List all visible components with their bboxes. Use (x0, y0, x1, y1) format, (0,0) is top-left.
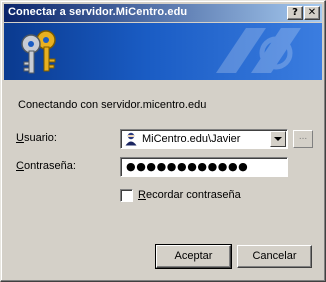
user-label: Usuario: (16, 132, 57, 144)
cancel-button[interactable]: Cancelar (237, 245, 312, 268)
login-dialog: Conectar a servidor.MiCentro.edu ? ✕ Con… (0, 0, 326, 282)
title-bar[interactable]: Conectar a servidor.MiCentro.edu ? ✕ (4, 4, 322, 22)
remember-password-checkbox[interactable] (120, 189, 133, 202)
banner-decoration-icon (216, 28, 301, 73)
password-field[interactable]: ●●●●●●●●●●●● (120, 157, 288, 177)
ok-button[interactable]: Aceptar (155, 244, 232, 269)
keys-icon (21, 30, 56, 74)
dropdown-arrow-icon[interactable] (270, 131, 286, 147)
user-value: MiCentro.edu\Javier (142, 133, 241, 145)
password-label: Contraseña: (16, 160, 76, 172)
user-icon (125, 132, 137, 146)
connecting-text: Conectando con servidor.micentro.edu (18, 99, 207, 111)
remember-password-label[interactable]: Recordar contraseña (138, 189, 241, 201)
close-button[interactable]: ✕ (304, 6, 320, 20)
browse-users-button[interactable]: ... (293, 130, 313, 148)
user-combobox[interactable]: MiCentro.edu\Javier (120, 129, 288, 149)
window-title: Conectar a servidor.MiCentro.edu (8, 6, 188, 18)
help-button[interactable]: ? (287, 6, 303, 20)
header-banner (4, 23, 322, 80)
